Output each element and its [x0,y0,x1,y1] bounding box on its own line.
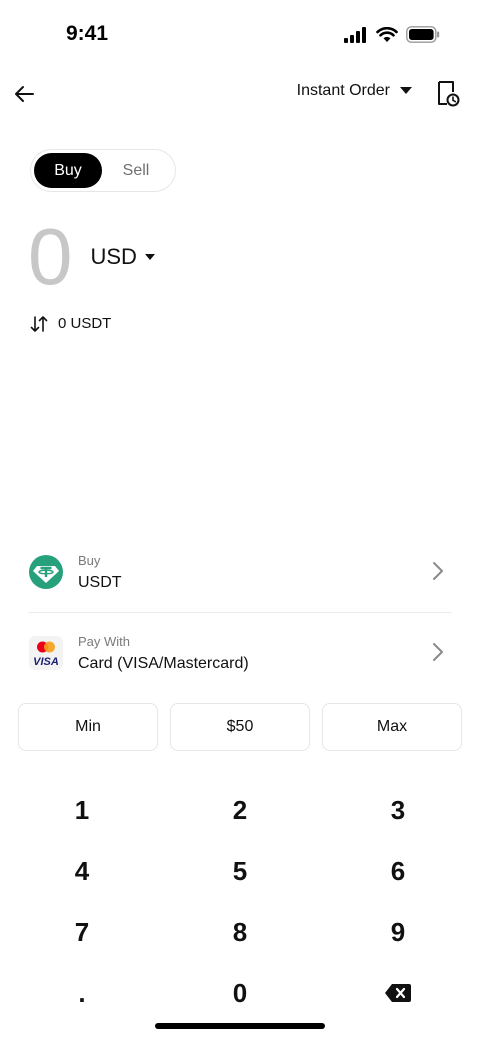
top-nav: Instant Order [0,72,480,116]
key-5[interactable]: 5 [180,843,300,899]
key-8[interactable]: 8 [180,904,300,960]
signal-icon [344,26,366,43]
buy-asset-selector[interactable]: Buy USDT [28,537,452,607]
visa-logo-text: VISA [33,655,59,668]
buy-asset-text: Buy USDT [78,553,122,592]
buy-tab[interactable]: Buy [34,153,102,188]
key-2[interactable]: 2 [180,782,300,838]
caret-down-icon [400,87,412,94]
order-history-button[interactable] [436,80,460,108]
key-1[interactable]: 1 [22,782,142,838]
back-button[interactable] [10,80,38,108]
conversion-toggle[interactable]: 0 USDT [30,315,111,332]
fifty-dollar-button[interactable]: $50 [170,703,310,751]
min-amount-button[interactable]: Min [18,703,158,751]
home-indicator [155,1023,325,1029]
payment-method-caption: Pay With [78,633,131,649]
order-type-dropdown[interactable]: Instant Order [297,82,412,100]
status-bar: 9:41 [0,0,480,70]
payment-method-text: Pay With Card (VISA/Mastercard) [78,634,249,673]
arrow-left-icon [15,86,34,102]
amount-value: 0 [28,212,73,301]
key-3[interactable]: 3 [338,782,458,838]
payment-method-value: Card (VISA/Mastercard) [78,654,249,672]
key-9[interactable]: 9 [338,904,458,960]
payment-method-selector[interactable]: VISA Pay With Card (VISA/Mastercard) [28,618,452,688]
key-6[interactable]: 6 [338,843,458,899]
status-time: 9:41 [66,22,109,45]
chevron-right-icon [433,562,443,580]
conversion-value: 0 USDT [58,315,112,332]
buy-sell-toggle: Buy Sell [30,149,176,192]
swap-vertical-icon [30,315,48,332]
max-amount-button[interactable]: Max [322,703,462,751]
currency-label: USD [90,244,137,269]
order-type-label: Instant Order [296,82,390,99]
status-icons [344,26,440,43]
backspace-key[interactable] [338,965,458,1021]
sell-tab[interactable]: Sell [102,153,170,188]
backspace-icon [385,984,411,1002]
currency-selector[interactable]: USD [91,244,155,270]
buy-asset-value: USDT [78,573,122,591]
key-7[interactable]: 7 [22,904,142,960]
tether-icon [28,554,64,590]
history-document-icon [438,81,460,107]
caret-down-icon [144,253,155,260]
buy-asset-caption: Buy [78,552,101,568]
battery-icon [406,26,440,43]
chevron-right-icon [433,643,443,661]
key-decimal[interactable]: . [22,965,142,1021]
divider [28,612,452,613]
quick-amount-buttons: Min $50 Max [18,703,462,751]
visa-mastercard-icon: VISA [28,635,64,671]
amount-display: 0 USD [28,214,155,300]
key-0[interactable]: 0 [180,965,300,1021]
key-4[interactable]: 4 [22,843,142,899]
wifi-icon [376,26,398,42]
